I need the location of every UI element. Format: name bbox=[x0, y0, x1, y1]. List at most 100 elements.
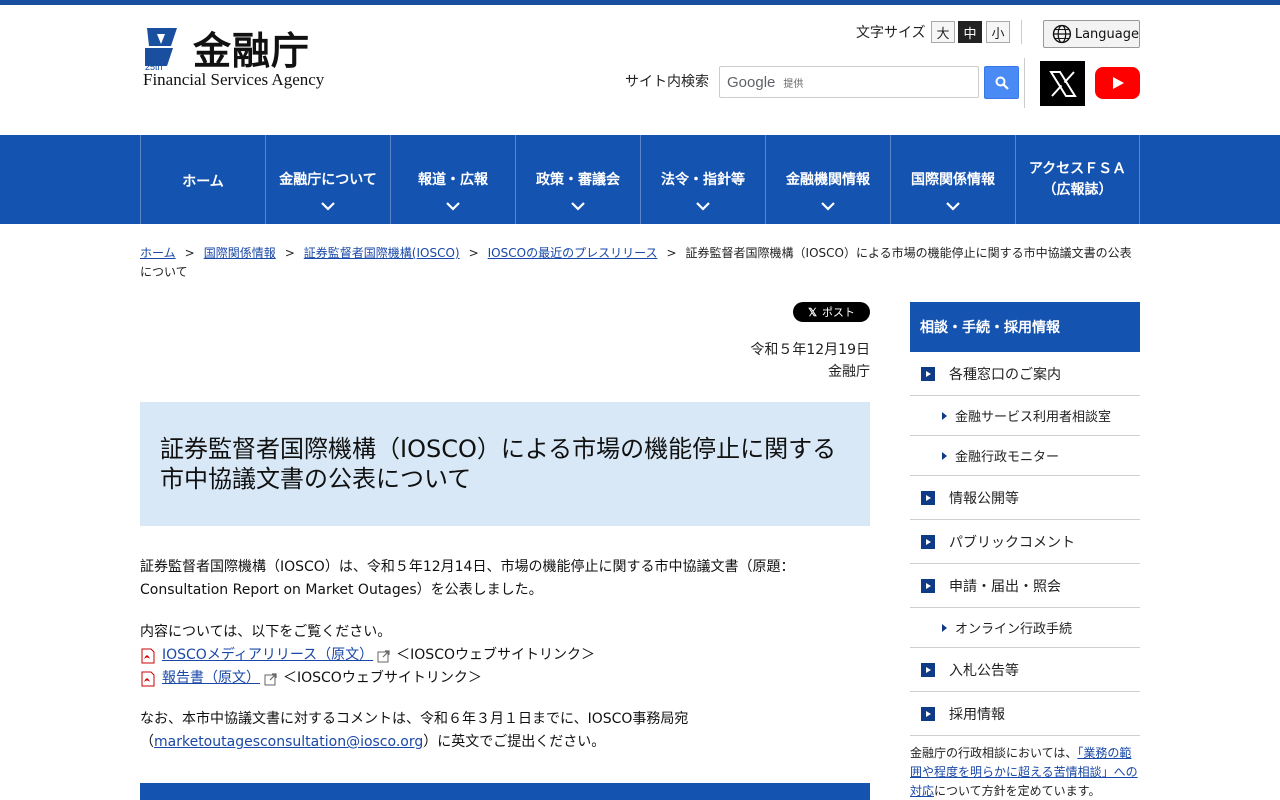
breadcrumb-link-international[interactable]: 国際関係情報 bbox=[204, 246, 276, 260]
chevron-down-icon bbox=[696, 202, 710, 211]
breadcrumb-link-home[interactable]: ホーム bbox=[140, 246, 176, 260]
header-divider bbox=[1024, 58, 1025, 108]
triangle-right-icon bbox=[942, 452, 947, 460]
sidebar-item-label: 採用情報 bbox=[949, 706, 1005, 723]
nav-label: 国際関係情報 bbox=[911, 172, 995, 188]
page-title: 証券監督者国際機構（IOSCO）による市場の機能停止に関する市中協議文書の公表に… bbox=[160, 435, 837, 493]
sidebar-item-label: パブリックコメント bbox=[949, 534, 1075, 551]
link-row: IOSCOメディアリリース（原文） ＜IOSCOウェブサイトリンク＞ bbox=[140, 644, 872, 667]
nav-label: アクセスＦＳＡ （広報誌） bbox=[1016, 159, 1139, 201]
note-text: 金融庁の行政相談においては、 bbox=[910, 746, 1078, 760]
search-input[interactable]: Google 提供 bbox=[719, 66, 979, 98]
nav-access-fsa[interactable]: アクセスＦＳＡ （広報誌） bbox=[1015, 135, 1140, 224]
sidebar-item-recruitment[interactable]: 採用情報 bbox=[910, 692, 1140, 736]
nav-about[interactable]: 金融庁について bbox=[265, 135, 390, 224]
breadcrumb-link-iosco[interactable]: 証券監督者国際機構(IOSCO) bbox=[304, 246, 460, 260]
report-link[interactable]: 報告書（原文） bbox=[162, 667, 260, 690]
link-suffix: ＜IOSCOウェブサイトリンク＞ bbox=[283, 670, 482, 686]
triangle-right-icon bbox=[942, 412, 947, 420]
breadcrumb-separator: > bbox=[184, 246, 195, 260]
nav-press[interactable]: 報道・広報 bbox=[390, 135, 515, 224]
publish-info: 令和５年12月19日 金融庁 bbox=[750, 339, 870, 383]
sidebar-item-label: 情報公開等 bbox=[949, 490, 1019, 507]
sidebar-item-contact[interactable]: 各種窓口のご案内 bbox=[910, 352, 1140, 396]
site-search-label: サイト内検索 bbox=[625, 74, 709, 90]
pdf-icon bbox=[141, 648, 155, 663]
google-provided-text: 提供 bbox=[783, 78, 804, 90]
iosco-media-release-link[interactable]: IOSCOメディアリリース（原文） bbox=[162, 644, 373, 667]
comment-paren: （ bbox=[140, 734, 154, 750]
sidebar-heading: 相談・手続・採用情報 bbox=[910, 302, 1140, 352]
nav-label-line2: （広報誌） bbox=[1042, 182, 1113, 198]
nav-policy[interactable]: 政策・審議会 bbox=[515, 135, 640, 224]
arrow-square-icon bbox=[921, 579, 935, 593]
global-nav: ホーム 金融庁について 報道・広報 政策・審議会 法令・指針等 金融機関情報 国… bbox=[0, 135, 1280, 224]
font-size-large-button[interactable]: 大 bbox=[931, 21, 955, 43]
chevron-down-icon bbox=[946, 202, 960, 211]
sidebar: 相談・手続・採用情報 各種窓口のご案内 金融サービス利用者相談室 金融行政モニタ… bbox=[910, 302, 1140, 800]
links-intro: 内容については、以下をご覧ください。 bbox=[140, 624, 392, 640]
nav-label: 法令・指針等 bbox=[661, 172, 745, 188]
publish-org: 金融庁 bbox=[828, 364, 870, 380]
arrow-square-icon bbox=[921, 367, 935, 381]
font-size-label: 文字サイズ bbox=[856, 25, 926, 41]
arrow-square-icon bbox=[921, 535, 935, 549]
sidebar-item-label: 金融行政モニター bbox=[955, 450, 1060, 465]
x-post-button[interactable]: 𝕏 ポスト bbox=[793, 302, 870, 322]
sidebar-subitem-consultation[interactable]: 金融サービス利用者相談室 bbox=[910, 396, 1140, 436]
email-link[interactable]: marketoutagesconsultation@iosco.org bbox=[154, 734, 423, 750]
triangle-right-icon bbox=[942, 624, 947, 632]
note-text: について方針を定めています。 bbox=[934, 784, 1101, 798]
nav-label: 金融機関情報 bbox=[786, 172, 870, 188]
header-divider bbox=[1021, 20, 1022, 44]
x-logo-icon bbox=[1048, 70, 1077, 97]
breadcrumb-separator: > bbox=[666, 246, 677, 260]
font-size-small-button[interactable]: 小 bbox=[986, 21, 1010, 43]
nav-label: 金融庁について bbox=[279, 172, 377, 188]
post-label: ポスト bbox=[821, 306, 855, 319]
breadcrumb-link-press-releases[interactable]: IOSCOの最近のプレスリリース bbox=[488, 246, 658, 260]
language-label: Language bbox=[1074, 26, 1139, 42]
sidebar-note: 金融庁の行政相談においては、「業務の範囲や程度を明らかに超える苦情相談」への対応… bbox=[910, 744, 1140, 800]
breadcrumb: ホーム > 国際関係情報 > 証券監督者国際機構(IOSCO) > IOSCOの最近のプレス… bbox=[140, 244, 1140, 282]
youtube-button[interactable] bbox=[1095, 67, 1140, 99]
arrow-square-icon bbox=[921, 707, 935, 721]
chevron-down-icon bbox=[321, 202, 335, 211]
fsa-logo[interactable]: 25th 金融庁 Financial Services Agency bbox=[141, 24, 336, 90]
link-row: 報告書（原文） ＜IOSCOウェブサイトリンク＞ bbox=[140, 667, 872, 690]
nav-label: 報道・広報 bbox=[418, 172, 488, 188]
arrow-square-icon bbox=[921, 491, 935, 505]
chevron-down-icon bbox=[821, 202, 835, 211]
nav-institutions[interactable]: 金融機関情報 bbox=[765, 135, 890, 224]
external-link-icon bbox=[377, 649, 390, 662]
search-button[interactable] bbox=[984, 66, 1019, 99]
youtube-play-icon bbox=[1112, 77, 1124, 89]
comment-text-line1: なお、本市中協議文書に対するコメントは、令和６年３月１日までに、IOSCO事務局… bbox=[140, 711, 689, 727]
comment-text-line2: （marketoutagesconsultation@iosco.org）に英文… bbox=[140, 731, 872, 754]
nav-label: ホーム bbox=[182, 174, 224, 190]
links-section: 内容については、以下をご覧ください。 IOSCOメディアリリース（原文） ＜IO… bbox=[140, 621, 872, 690]
google-watermark: Google bbox=[727, 73, 776, 91]
link-suffix: ＜IOSCOウェブサイトリンク＞ bbox=[396, 647, 595, 663]
sidebar-subitem-online[interactable]: オンライン行政手続 bbox=[910, 608, 1140, 648]
sidebar-item-applications[interactable]: 申請・届出・照会 bbox=[910, 564, 1140, 608]
sidebar-item-bids[interactable]: 入札公告等 bbox=[910, 648, 1140, 692]
language-button[interactable]: Language bbox=[1043, 20, 1140, 48]
logo-english-text: Financial Services Agency bbox=[143, 70, 325, 89]
nav-international[interactable]: 国際関係情報 bbox=[890, 135, 1015, 224]
publish-date: 令和５年12月19日 bbox=[750, 342, 870, 358]
intro-paragraph: 証券監督者国際機構（IOSCO）は、令和５年12月14日、市場の機能停止に関する… bbox=[140, 559, 795, 598]
sidebar-item-label: 入札公告等 bbox=[949, 662, 1019, 679]
font-size-medium-button[interactable]: 中 bbox=[958, 21, 982, 43]
nav-laws[interactable]: 法令・指針等 bbox=[640, 135, 765, 224]
sidebar-item-disclosure[interactable]: 情報公開等 bbox=[910, 476, 1140, 520]
x-small-icon: 𝕏 bbox=[808, 306, 817, 319]
page-title-box: 証券監督者国際機構（IOSCO）による市場の機能停止に関する市中協議文書の公表に… bbox=[140, 402, 870, 526]
sidebar-subitem-monitor[interactable]: 金融行政モニター bbox=[910, 436, 1140, 476]
search-icon bbox=[995, 76, 1009, 90]
nav-home[interactable]: ホーム bbox=[140, 135, 265, 224]
sidebar-item-label: 各種窓口のご案内 bbox=[949, 366, 1061, 383]
sidebar-item-public-comment[interactable]: パブリックコメント bbox=[910, 520, 1140, 564]
arrow-square-icon bbox=[921, 663, 935, 677]
x-twitter-button[interactable] bbox=[1040, 61, 1085, 106]
